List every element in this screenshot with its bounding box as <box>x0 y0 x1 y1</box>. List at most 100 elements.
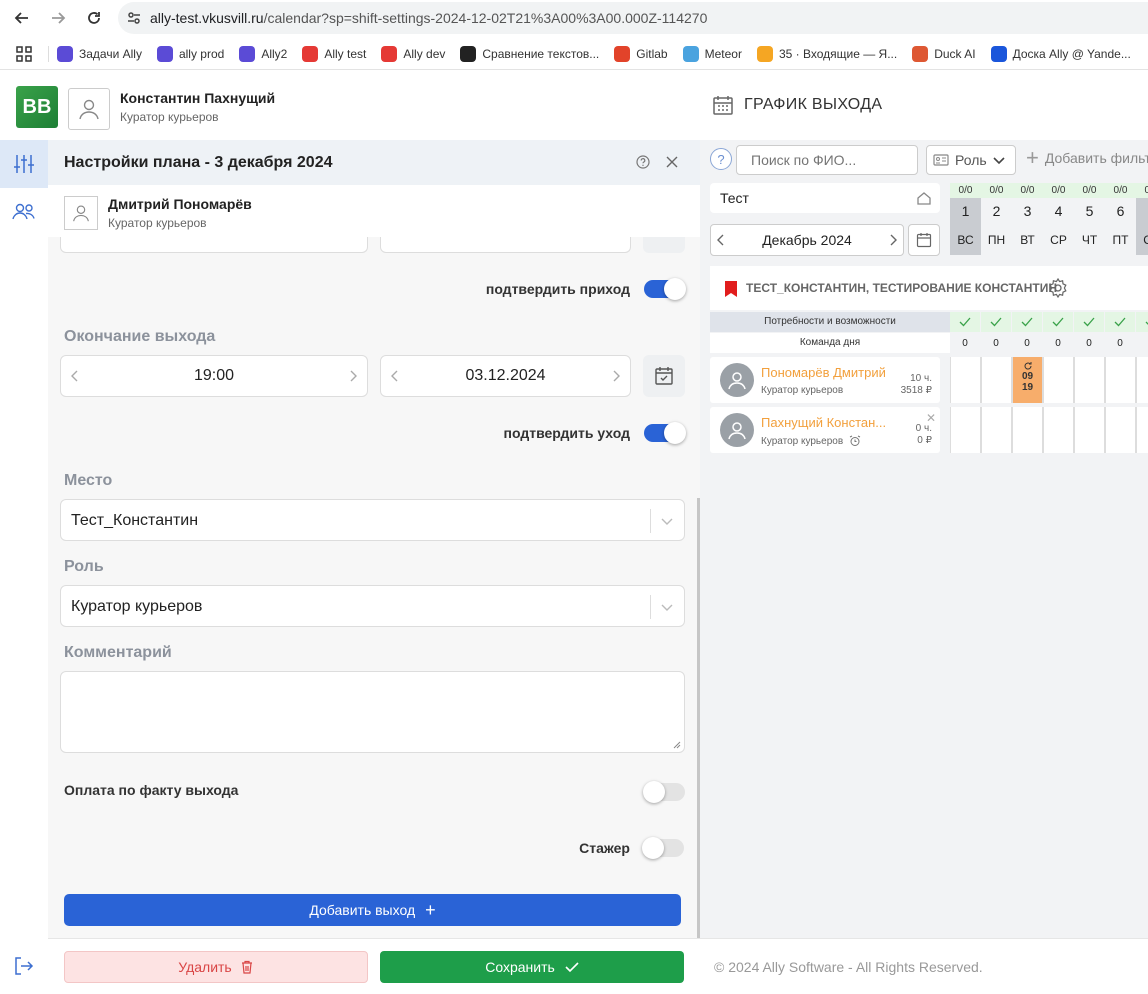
save-button[interactable]: Сохранить <box>380 951 684 983</box>
remove-icon[interactable]: ✕ <box>926 411 936 425</box>
bookmark-item[interactable]: Ally2 <box>239 45 287 62</box>
month-calendar-button[interactable] <box>908 224 940 256</box>
comment-textarea[interactable] <box>60 671 685 753</box>
assignee-name: Дмитрий Пономарёв <box>108 196 252 212</box>
schedule-cell[interactable] <box>1043 357 1074 403</box>
location-name: Тест <box>720 190 749 206</box>
delete-button[interactable]: Удалить <box>64 951 368 983</box>
schedule-cell[interactable] <box>1043 407 1074 453</box>
bookmark-item[interactable]: Задачи Ally <box>57 45 142 62</box>
bookmark-item[interactable]: Сравнение текстов... <box>460 45 600 62</box>
end-time-stepper[interactable]: 19:00 <box>60 355 368 397</box>
day-column[interactable]: 0/0 4 СР <box>1043 183 1074 255</box>
bookmark-item[interactable]: Ally dev <box>381 45 445 62</box>
start-date-stepper[interactable] <box>380 237 631 253</box>
bookmark-label: Сравнение текстов... <box>482 46 600 61</box>
site-settings-icon[interactable] <box>118 10 150 26</box>
reload-button[interactable] <box>76 0 112 36</box>
back-button[interactable] <box>4 0 40 36</box>
end-label: Окончание выхода <box>64 328 216 345</box>
logout-button[interactable] <box>0 946 48 986</box>
place-select[interactable]: Тест_Константин <box>60 499 685 541</box>
schedule-cell[interactable] <box>1105 407 1136 453</box>
chevron-down-icon[interactable] <box>660 600 674 614</box>
bookmark-item[interactable]: Ally test <box>302 45 366 62</box>
employee-card[interactable]: Пономарёв Дмитрий Куратор курьеров 10 ч. 35… <box>710 357 940 403</box>
start-calendar-button[interactable] <box>643 237 685 253</box>
day-column[interactable]: 0/0 5 ЧТ <box>1074 183 1105 255</box>
chevron-right-icon[interactable] <box>889 234 897 246</box>
pay-fact-toggle[interactable] <box>643 781 685 803</box>
forward-button[interactable] <box>40 0 76 36</box>
day-column[interactable]: 0/0 6 ПТ <box>1105 183 1136 255</box>
start-time-stepper[interactable] <box>60 237 368 253</box>
duck-icon <box>912 45 929 62</box>
role-select[interactable]: Куратор курьеров <box>60 585 685 627</box>
add-filter-button[interactable]: + Добавить фильтр <box>1026 145 1148 170</box>
confirm-arrival-toggle[interactable] <box>644 278 686 300</box>
address-bar[interactable]: ally-test.vkusvill.ru/calendar?sp=shift-… <box>118 2 1148 34</box>
user-avatar[interactable] <box>68 88 110 130</box>
resize-grip-icon[interactable] <box>673 741 681 749</box>
schedule-cell[interactable] <box>1074 357 1105 403</box>
day-column[interactable]: 0/0 3 ВТ <box>1012 183 1043 255</box>
chevron-left-icon[interactable] <box>391 370 399 382</box>
day-column[interactable]: 0/07СБ <box>1136 183 1148 255</box>
trainee-toggle[interactable] <box>642 837 684 859</box>
home-icon[interactable] <box>916 190 932 206</box>
tracker-icon <box>990 45 1007 62</box>
chevron-right-icon[interactable] <box>349 370 357 382</box>
employee-pay: 0 ₽ <box>917 435 932 446</box>
apps-icon[interactable] <box>0 45 48 62</box>
employee-card[interactable]: Пахнущий Констан... Куратор курьеров 0 ч. 0… <box>710 407 940 453</box>
schedule-cell[interactable] <box>1012 407 1043 453</box>
day-column[interactable]: 0/0 1 ВС <box>950 183 981 255</box>
confirm-leave-toggle[interactable] <box>644 422 686 444</box>
gear-icon[interactable] <box>1047 277 1069 299</box>
employee-name[interactable]: Пахнущий Констан... <box>761 415 886 430</box>
schedule-cell[interactable] <box>1136 407 1148 453</box>
location-box[interactable]: Тест <box>710 183 940 213</box>
month-selector[interactable]: Декабрь 2024 <box>710 224 904 256</box>
end-calendar-button[interactable] <box>643 355 685 397</box>
chevron-right-icon[interactable] <box>612 370 620 382</box>
rail-settings-button[interactable] <box>0 140 48 188</box>
bookmark-label: ally prod <box>178 46 225 61</box>
day-name: СР <box>1050 233 1067 247</box>
schedule-cell[interactable] <box>1105 357 1136 403</box>
schedule-help-icon[interactable]: ? <box>710 148 732 170</box>
assignee-role: Куратор курьеров <box>108 216 207 230</box>
schedule-cell[interactable] <box>1074 407 1105 453</box>
bookmark-item[interactable]: 35 · Входящие — Я... <box>756 45 897 62</box>
bookmark-item[interactable]: Доска Ally @ Yande... <box>990 45 1131 62</box>
close-icon[interactable] <box>664 154 680 170</box>
chevron-left-icon[interactable] <box>717 234 725 246</box>
add-shift-button[interactable]: Добавить выход + <box>64 894 681 926</box>
plus-icon: + <box>1026 145 1039 170</box>
schedule-cell[interactable] <box>950 407 981 453</box>
schedule-cell[interactable] <box>981 407 1012 453</box>
help-icon[interactable] <box>636 155 650 169</box>
role-filter-button[interactable]: Роль <box>926 145 1016 175</box>
ally-icon <box>239 45 256 62</box>
schedule-cell[interactable] <box>981 357 1012 403</box>
rail-team-button[interactable] <box>0 188 48 236</box>
shift-start: 09 <box>1021 371 1034 382</box>
shift-cell[interactable]: 09 19 <box>1012 357 1043 403</box>
end-date-stepper[interactable]: 03.12.2024 <box>380 355 631 397</box>
assignee-card: Дмитрий Пономарёв Куратор курьеров <box>48 185 700 237</box>
app-logo[interactable]: ВВ <box>16 86 58 128</box>
plan-settings-panel: Настройки плана - 3 декабря 2024 Дмитрий… <box>48 140 700 938</box>
schedule-cell[interactable] <box>1136 357 1148 403</box>
employee-name[interactable]: Пономарёв Дмитрий <box>761 365 886 380</box>
bookmark-item[interactable]: Duck AI <box>912 45 976 62</box>
bookmark-item[interactable]: Meteor <box>682 45 742 62</box>
schedule-cell[interactable] <box>950 357 981 403</box>
chevron-left-icon[interactable] <box>71 370 79 382</box>
bookmark-item[interactable]: Gitlab <box>614 45 668 62</box>
search-input[interactable] <box>736 145 918 175</box>
chevron-down-icon[interactable] <box>660 514 674 528</box>
bookmark-label: Meteor <box>704 46 742 61</box>
day-column[interactable]: 0/0 2 ПН <box>981 183 1012 255</box>
bookmark-item[interactable]: ally prod <box>156 45 225 62</box>
